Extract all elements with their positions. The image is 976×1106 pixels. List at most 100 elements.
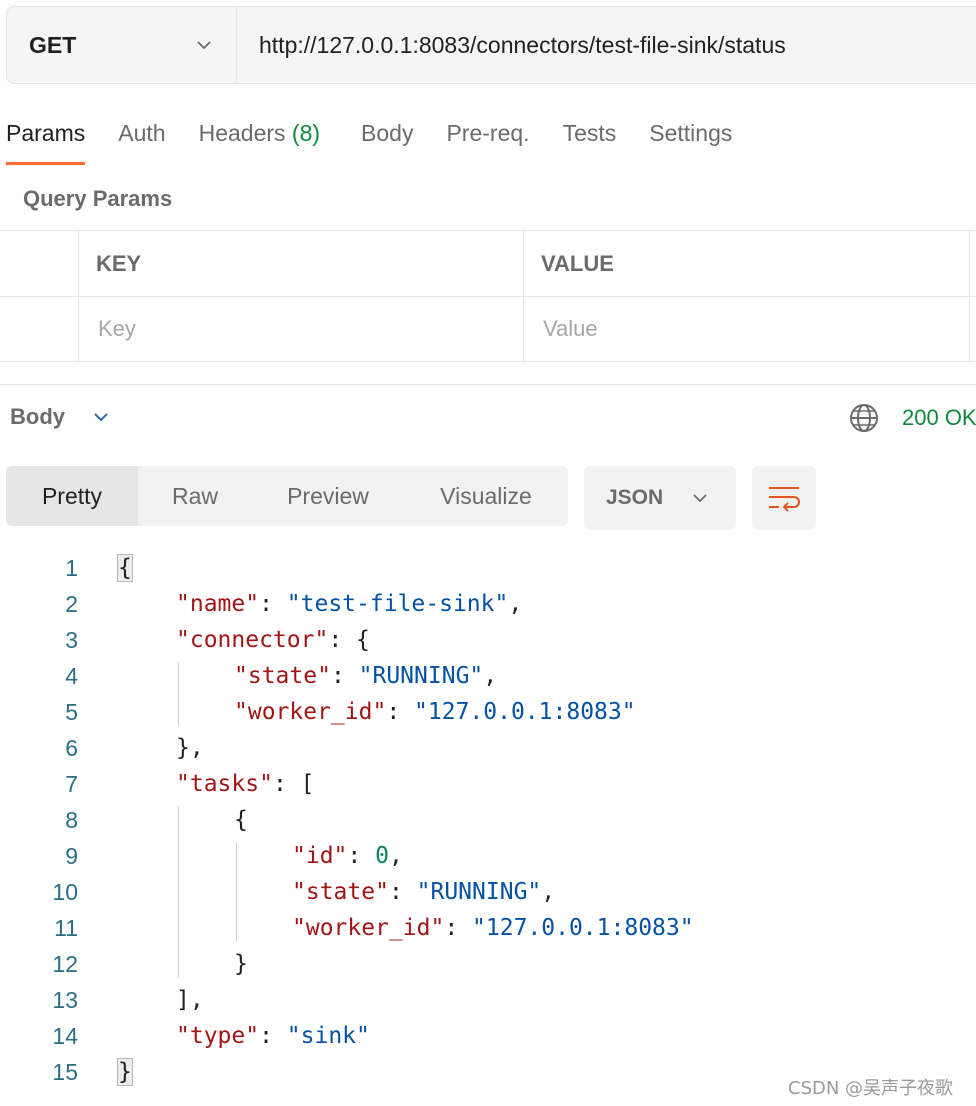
view-pretty[interactable]: Pretty [6, 466, 138, 526]
line-number: 5 [65, 699, 78, 725]
json-string: "RUNNING" [358, 663, 484, 689]
code-text: "type": "sink" [176, 1018, 370, 1054]
params-table: KEY VALUE [0, 230, 976, 362]
params-check-col [0, 231, 79, 296]
json-string: "RUNNING" [416, 879, 542, 905]
section-divider [0, 384, 976, 385]
view-visualize[interactable]: Visualize [404, 466, 568, 526]
json-punct: : [259, 591, 287, 617]
json-string: "sink" [286, 1023, 370, 1049]
view-raw[interactable]: Raw [138, 466, 252, 526]
line-number: 13 [52, 987, 78, 1013]
indent-guide [178, 662, 179, 726]
value-column-header: VALUE [524, 231, 970, 296]
line-number: 12 [52, 951, 78, 977]
key-input[interactable] [96, 315, 506, 343]
json-punct: : [386, 699, 415, 725]
indent-guide [236, 842, 237, 942]
code-text: "worker_id": "127.0.0.1:8083" [234, 694, 636, 730]
code-text: }, [176, 730, 204, 766]
params-header-row: KEY VALUE [0, 230, 976, 296]
method-select[interactable]: GET [7, 7, 237, 83]
response-status: 200 OK [848, 402, 976, 434]
tab-params[interactable]: Params [6, 112, 86, 166]
json-key: "state" [292, 879, 389, 905]
code-text: "id": 0, [292, 838, 403, 874]
json-string: "127.0.0.1:8083" [472, 915, 694, 941]
code-text: "name": "test-file-sink", [176, 586, 522, 622]
value-input[interactable] [541, 315, 952, 343]
json-punct: , [508, 591, 523, 617]
watermark: CSDN @吴声子夜歌 [788, 1078, 954, 1099]
line-number: 4 [65, 663, 78, 689]
line-number: 3 [65, 627, 78, 653]
globe-icon[interactable] [848, 402, 880, 434]
code-text: "state": "RUNNING", [292, 874, 555, 910]
chevron-down-icon [693, 494, 707, 503]
json-key: "connector" [176, 627, 329, 653]
json-punct: { [117, 554, 133, 582]
params-row-check [0, 297, 79, 361]
request-bar: GET http://127.0.0.1:8083/connectors/tes… [6, 6, 976, 84]
json-punct: , [483, 663, 498, 689]
headers-count: (8) [291, 120, 321, 146]
json-punct: , [541, 879, 556, 905]
format-select[interactable]: JSON [584, 466, 736, 530]
code-text: { [234, 802, 248, 838]
code-text: "state": "RUNNING", [234, 658, 497, 694]
key-column-header: KEY [79, 231, 524, 296]
code-text: "connector": { [176, 622, 370, 658]
line-number: 7 [65, 771, 78, 797]
url-text: http://127.0.0.1:8083/connectors/test-fi… [259, 31, 786, 58]
line-number: 9 [65, 843, 78, 869]
json-key: "id" [292, 843, 348, 869]
indent-guide [178, 806, 179, 978]
params-empty-row [0, 296, 976, 362]
line-number: 15 [52, 1059, 78, 1085]
json-punct: : [330, 663, 359, 689]
json-key: "type" [176, 1023, 260, 1049]
code-text: { [117, 550, 133, 586]
wrap-lines-button[interactable] [752, 466, 816, 530]
status-code: 200 OK [902, 405, 976, 430]
method-label: GET [29, 31, 77, 58]
tab-tests[interactable]: Tests [563, 112, 617, 166]
response-body-dropdown[interactable]: Body [10, 404, 111, 430]
json-key: "worker_id" [234, 699, 387, 725]
line-number: 14 [52, 1023, 78, 1049]
json-punct: : [ [272, 771, 315, 797]
line-number: 2 [65, 591, 78, 617]
json-punct: : [444, 915, 473, 941]
json-key: "state" [234, 663, 331, 689]
code-text: "tasks": [ [176, 766, 314, 802]
json-punct: : [259, 1023, 287, 1049]
json-key: "tasks" [176, 771, 273, 797]
json-punct: }, [176, 735, 204, 761]
json-punct: { [234, 807, 248, 833]
response-view-toggle: Pretty Raw Preview Visualize [6, 466, 568, 526]
code-text: ], [176, 982, 204, 1018]
code-text: } [234, 946, 248, 982]
json-punct: , [388, 843, 403, 869]
json-key: "worker_id" [292, 915, 445, 941]
value-cell [524, 297, 970, 361]
wrap-lines-icon [769, 487, 800, 512]
format-label: JSON [606, 486, 664, 509]
json-punct: : [347, 843, 376, 869]
chevron-down-icon [197, 41, 211, 50]
url-input[interactable]: http://127.0.0.1:8083/connectors/test-fi… [237, 7, 976, 83]
json-number: 0 [375, 843, 389, 869]
json-punct: } [234, 951, 248, 977]
request-tabs: Params Auth Headers (8) Body Pre-req. Te… [6, 112, 765, 166]
tab-body[interactable]: Body [361, 112, 413, 166]
json-punct: : [388, 879, 417, 905]
view-preview[interactable]: Preview [252, 466, 404, 526]
tab-settings[interactable]: Settings [649, 112, 732, 166]
tab-headers[interactable]: Headers (8) [199, 112, 320, 166]
json-key: "name" [176, 591, 260, 617]
json-punct: } [117, 1058, 133, 1086]
key-cell [79, 297, 524, 361]
tab-pre-request[interactable]: Pre-req. [446, 112, 529, 166]
tab-auth[interactable]: Auth [118, 112, 165, 166]
line-number: 10 [52, 879, 78, 905]
